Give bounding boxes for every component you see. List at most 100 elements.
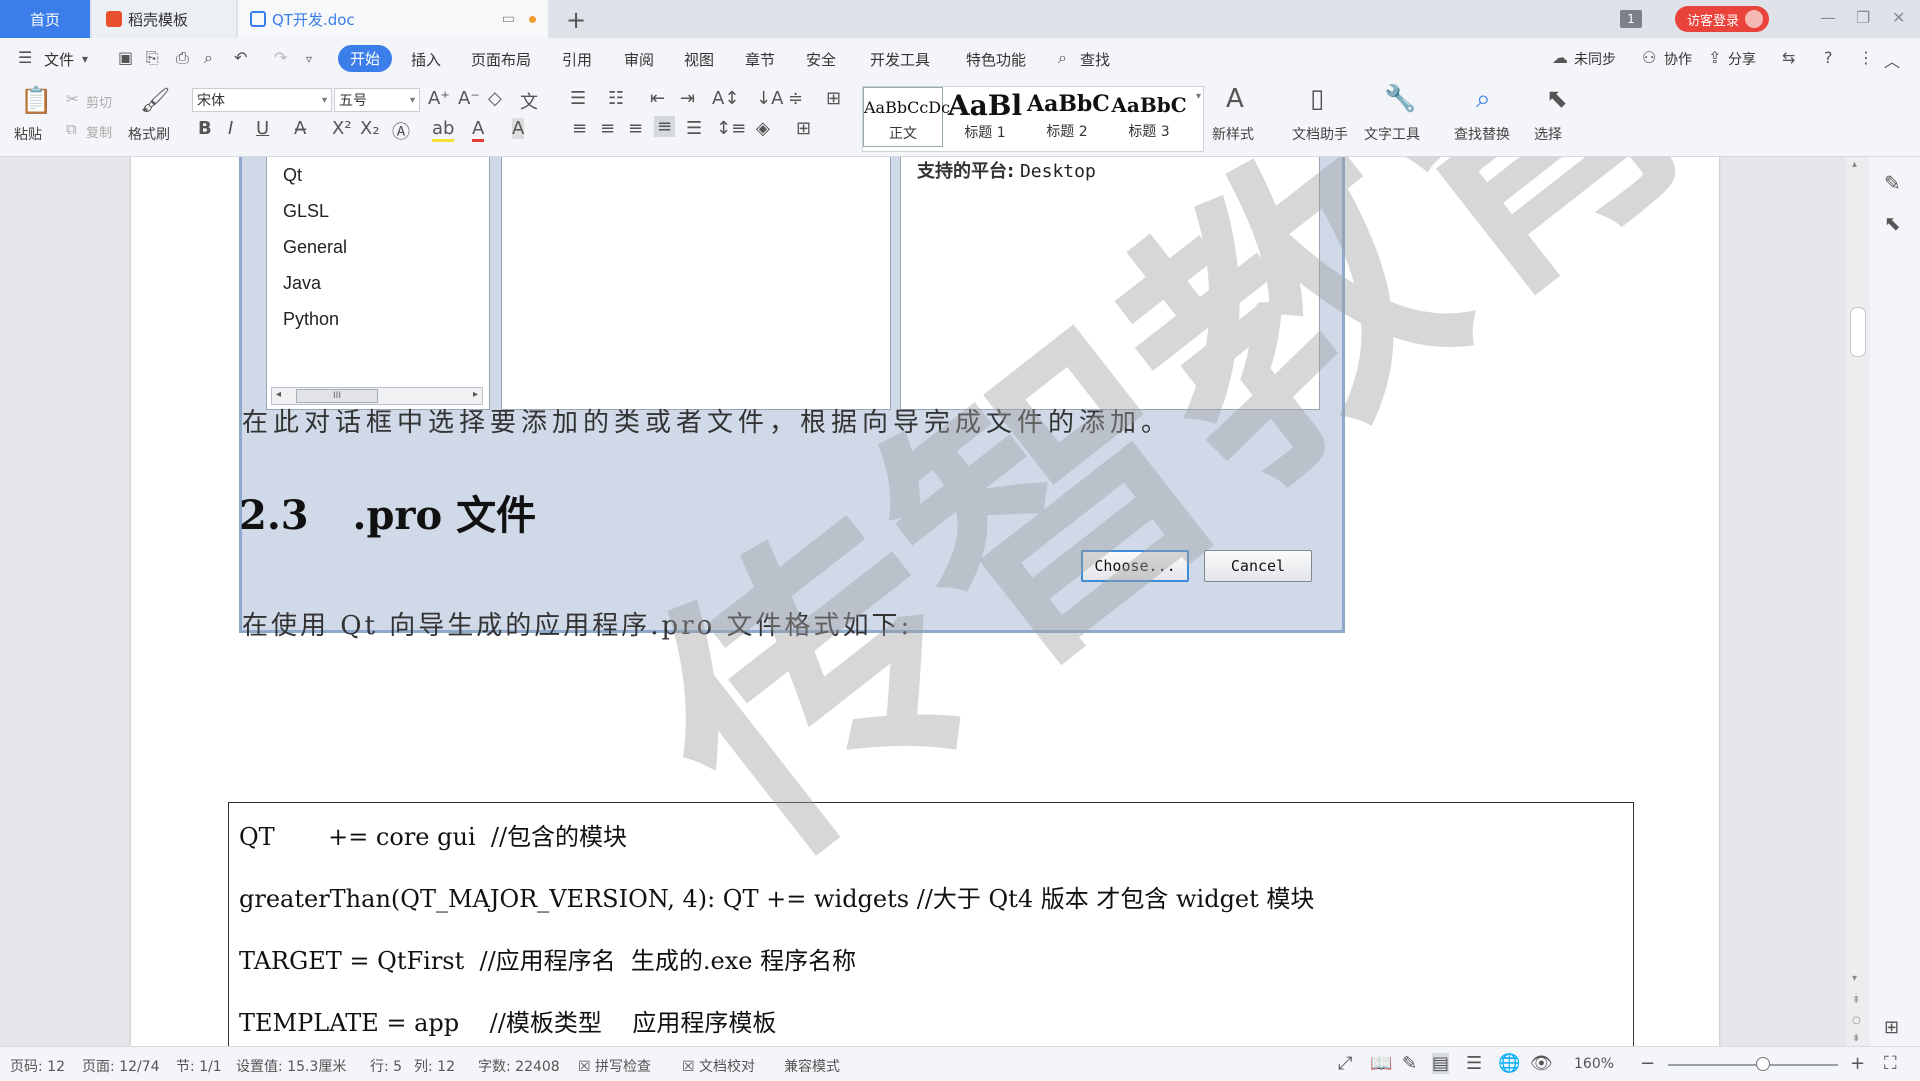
prev-page-icon[interactable]: ⇞: [1852, 995, 1860, 1006]
pen-icon[interactable]: ✎: [1884, 171, 1901, 195]
font-color-icon[interactable]: A: [472, 118, 485, 142]
menu-features[interactable]: 特色功能: [966, 49, 1026, 70]
scroll-up-icon[interactable]: ▴: [1852, 159, 1857, 170]
document-page[interactable]: Qt GLSL General Java Python ◂ III ▸ 支持的平…: [131, 157, 1754, 1046]
hamburger-icon[interactable]: ☰: [18, 48, 32, 67]
new-style-icon[interactable]: A: [1226, 84, 1244, 114]
scroll-thumb[interactable]: [1850, 307, 1866, 357]
copy-icon[interactable]: ⧉: [66, 120, 77, 138]
new-style-button[interactable]: 新样式: [1212, 124, 1254, 144]
decrease-indent-icon[interactable]: ⇤: [650, 88, 665, 109]
status-word-count[interactable]: 字数: 22408: [478, 1056, 560, 1076]
strikethrough-icon[interactable]: A̶: [294, 118, 306, 139]
read-mode-icon[interactable]: 📖: [1370, 1053, 1392, 1074]
fullscreen-icon[interactable]: ⤢: [1338, 1053, 1352, 1074]
copy-button[interactable]: 复制: [86, 122, 112, 141]
font-name-select[interactable]: 宋体 ▾: [192, 88, 332, 112]
cut-icon[interactable]: ✂: [66, 90, 79, 108]
menu-view[interactable]: 视图: [684, 49, 714, 70]
grow-font-icon[interactable]: A⁺: [428, 88, 450, 109]
menu-references[interactable]: 引用: [562, 49, 592, 70]
find-replace-icon[interactable]: ⌕: [1476, 84, 1491, 115]
show-marks-icon[interactable]: ⊞: [826, 88, 841, 109]
minimize-icon[interactable]: —: [1820, 8, 1836, 27]
wrench-icon[interactable]: 🔧: [1384, 84, 1416, 114]
text-tools-button[interactable]: 文字工具: [1364, 124, 1420, 144]
cloud-sync-icon[interactable]: ☁: [1552, 48, 1568, 67]
collab-button[interactable]: 协作: [1664, 49, 1692, 69]
style-heading-3[interactable]: AaBbC 标题 3: [1109, 87, 1189, 147]
print-preview-icon[interactable]: ⌕: [204, 48, 213, 68]
menu-page-layout[interactable]: 页面布局: [471, 49, 531, 70]
char-shading-icon[interactable]: A: [512, 118, 525, 139]
pointer-icon[interactable]: ⬉: [1884, 211, 1901, 235]
align-center-icon[interactable]: ≡: [600, 118, 615, 139]
sort-icon[interactable]: ↓A: [756, 88, 783, 109]
tab-templates[interactable]: 稻壳模板: [92, 0, 236, 38]
numbered-list-icon[interactable]: ☷: [608, 88, 624, 109]
zoom-slider[interactable]: [1668, 1064, 1838, 1066]
zoom-level[interactable]: 160%: [1574, 1056, 1614, 1072]
pinyin-icon[interactable]: 文: [520, 88, 538, 114]
menu-search[interactable]: 查找: [1080, 49, 1110, 70]
help-icon[interactable]: ?: [1824, 48, 1833, 67]
font-size-select[interactable]: 五号 ▾: [334, 88, 420, 112]
zoom-out-icon[interactable]: −: [1640, 1053, 1655, 1074]
borders-icon[interactable]: ⊞: [796, 118, 811, 139]
italic-icon[interactable]: I: [228, 118, 233, 139]
paragraph-spacing-icon[interactable]: ↕≡: [716, 118, 746, 139]
search-icon[interactable]: ⌕: [1058, 48, 1067, 68]
collapse-ribbon-icon[interactable]: ︿: [1884, 48, 1900, 72]
select-button[interactable]: 选择: [1534, 124, 1562, 144]
status-position[interactable]: 设置值: 15.3厘米: [236, 1056, 346, 1076]
style-normal[interactable]: AaBbCcDc 正文: [863, 87, 950, 147]
collab-icon[interactable]: ⚇: [1642, 48, 1656, 67]
bold-icon[interactable]: B: [198, 118, 212, 139]
page-view-icon[interactable]: ▤: [1432, 1053, 1450, 1074]
gallery-more-icon[interactable]: ▾: [1196, 91, 1201, 102]
subscript-icon[interactable]: X₂: [360, 118, 380, 139]
menu-start[interactable]: 开始: [338, 45, 393, 72]
close-icon[interactable]: ✕: [1892, 8, 1905, 27]
browse-object-icon[interactable]: ○: [1852, 1015, 1861, 1026]
save-icon[interactable]: ▣: [118, 48, 133, 67]
window-count-badge[interactable]: 1: [1620, 10, 1642, 28]
bullet-list-icon[interactable]: ☰: [570, 88, 586, 109]
highlight-icon[interactable]: ab: [432, 118, 455, 142]
monitor-icon[interactable]: ▭: [502, 11, 515, 27]
outline-view-icon[interactable]: ☰: [1466, 1053, 1482, 1074]
sync-status[interactable]: 未同步: [1574, 49, 1616, 69]
text-direction-icon[interactable]: A↕: [712, 88, 739, 109]
status-page-num[interactable]: 页码: 12: [10, 1056, 65, 1076]
clear-format-icon[interactable]: ◇: [488, 88, 502, 109]
redo-icon[interactable]: ↷: [274, 48, 287, 67]
grid-icon[interactable]: ⊞: [1884, 1017, 1899, 1038]
layout-toggle-icon[interactable]: ⇆: [1782, 48, 1795, 67]
align-right-icon[interactable]: ≡: [628, 118, 643, 139]
eye-protect-icon[interactable]: 👁: [1530, 1053, 1553, 1074]
shading-icon[interactable]: ◈: [756, 118, 770, 139]
format-painter-button[interactable]: 格式刷: [128, 124, 170, 144]
format-painter-icon[interactable]: 🖌: [140, 86, 170, 114]
select-pointer-icon[interactable]: ⬉: [1546, 84, 1568, 114]
print-icon[interactable]: ⎙: [176, 48, 189, 68]
doc-proof-toggle[interactable]: ☒ 文档校对: [682, 1056, 755, 1076]
increase-indent-icon[interactable]: ⇥: [680, 88, 695, 109]
web-view-icon[interactable]: 🌐: [1498, 1053, 1520, 1074]
chevron-down-icon[interactable]: ▾: [82, 52, 88, 66]
justify-icon[interactable]: ≡: [654, 116, 676, 137]
vertical-scrollbar[interactable]: ▴ ▾ ⇞ ○ ⇟: [1846, 157, 1870, 1046]
menu-file[interactable]: 文件: [44, 49, 74, 70]
menu-review[interactable]: 审阅: [624, 49, 654, 70]
menu-security[interactable]: 安全: [806, 49, 836, 70]
status-pages[interactable]: 页面: 12/74: [82, 1056, 160, 1076]
undo-icon[interactable]: ↶: [234, 48, 247, 67]
menu-insert[interactable]: 插入: [411, 49, 441, 70]
distribute-icon[interactable]: ☰: [686, 118, 702, 139]
menu-chapter[interactable]: 章节: [745, 49, 775, 70]
line-spacing-icon[interactable]: ≑: [788, 88, 803, 109]
status-col[interactable]: 列: 12: [414, 1056, 455, 1076]
share-icon[interactable]: ⇪: [1708, 48, 1721, 67]
menu-developer[interactable]: 开发工具: [870, 49, 930, 70]
tab-document[interactable]: QT开发.doc ▭: [238, 0, 548, 38]
